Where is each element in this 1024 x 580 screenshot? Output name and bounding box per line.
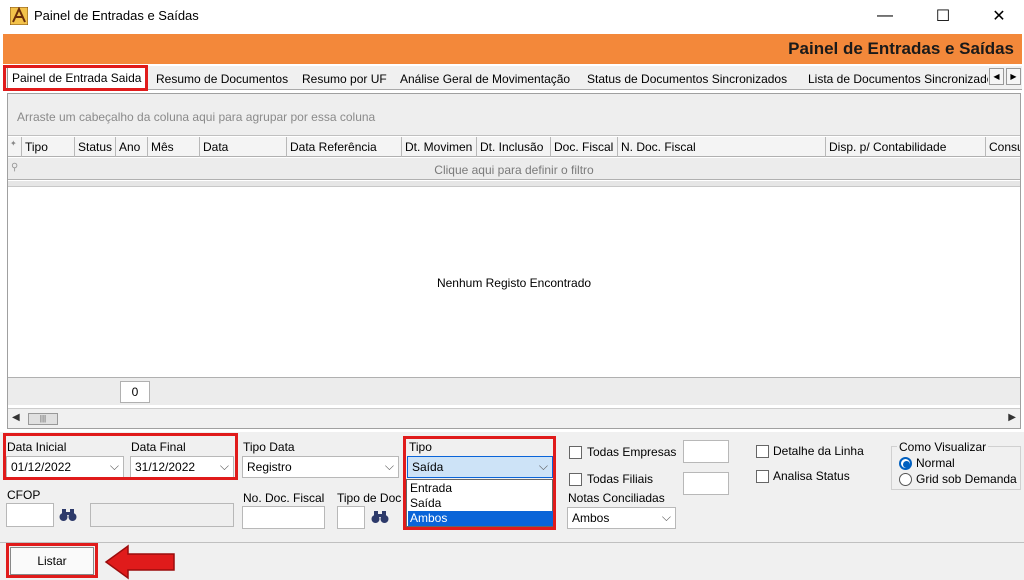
tipo-doc-label: Tipo de Doc	[337, 491, 402, 505]
grid-footer: 0	[8, 377, 1020, 405]
analisa-status-label: Analisa Status	[773, 469, 850, 483]
window-title: Painel de Entradas e Saídas	[34, 8, 199, 23]
tipo-data-value: Registro	[247, 460, 292, 474]
group-by-panel[interactable]: Arraste um cabeçalho da coluna aqui para…	[8, 94, 1020, 136]
tipo-data-select[interactable]: Registro ⌵	[242, 456, 399, 478]
grid-sob-demanda-radio[interactable]	[899, 473, 912, 486]
tipo-option-ambos[interactable]: Ambos	[408, 511, 553, 526]
analisa-status-checkbox[interactable]	[756, 470, 769, 483]
tab-strip: Painel de Entrada Saida Resumo de Docume…	[3, 66, 1022, 91]
tab-scroll-left-button[interactable]: ◀	[989, 68, 1004, 85]
cfop-description-field	[90, 503, 234, 527]
chevron-down-icon: ⌵	[219, 459, 229, 473]
normal-radio[interactable]	[899, 457, 912, 470]
column-header-n-doc-fiscal[interactable]: N. Doc. Fiscal	[618, 137, 826, 157]
chevron-down-icon: ⌵	[109, 459, 119, 473]
data-final-value: 31/12/2022	[135, 460, 196, 474]
data-inicial-label: Data Inicial	[7, 440, 67, 454]
tab-resumo-documentos[interactable]: Resumo de Documentos	[152, 68, 294, 90]
close-button[interactable]: ✕	[976, 0, 1022, 32]
column-header-row: ✦ Tipo Status Ano Mês Data Data Referênc…	[8, 137, 1020, 157]
tipo-option-saida[interactable]: Saída	[408, 496, 553, 511]
column-header-dt-movimento[interactable]: Dt. Movimen	[402, 137, 477, 157]
scroll-left-icon[interactable]: ◀	[12, 412, 20, 423]
tab-resumo-uf[interactable]: Resumo por UF	[298, 68, 393, 90]
cfop-label: CFOP	[7, 488, 41, 502]
todas-filiais-checkbox[interactable]	[569, 473, 582, 486]
tipo-option-entrada[interactable]: Entrada	[408, 481, 553, 496]
data-inicial-value: 01/12/2022	[11, 460, 72, 474]
todas-empresas-checkbox[interactable]	[569, 446, 582, 459]
column-header-data[interactable]: Data	[200, 137, 287, 157]
column-header-disp-contabilidade[interactable]: Disp. p/ Contabilidade	[826, 137, 986, 157]
todas-empresas-label: Todas Empresas	[587, 445, 677, 459]
detalhe-linha-label: Detalhe da Linha	[773, 444, 864, 458]
tipo-label: Tipo	[409, 440, 432, 454]
column-header-dt-inclusao[interactable]: Dt. Inclusão	[477, 137, 551, 157]
tipo-dropdown-list: Entrada Saída Ambos	[406, 479, 553, 527]
row-indicator-icon: ✦	[8, 137, 22, 157]
column-header-ano[interactable]: Ano	[116, 137, 148, 157]
column-header-consu[interactable]: Consu	[986, 137, 1020, 157]
detalhe-linha-checkbox[interactable]	[756, 445, 769, 458]
tab-painel-entrada-saida[interactable]: Painel de Entrada Saida	[7, 66, 147, 91]
column-header-tipo[interactable]: Tipo	[22, 137, 75, 157]
cfop-field[interactable]	[6, 503, 54, 527]
filter-row[interactable]: ⚲ Clique aqui para definir o filtro	[8, 158, 1020, 180]
binoculars-icon[interactable]	[369, 508, 391, 526]
app-logo-icon	[10, 7, 28, 25]
data-grid: Arraste um cabeçalho da coluna aqui para…	[7, 93, 1021, 429]
horizontal-scrollbar[interactable]: ◀ ||| ▶	[8, 408, 1020, 428]
minimize-button[interactable]: —	[862, 0, 908, 32]
scroll-thumb[interactable]: |||	[28, 413, 58, 425]
notas-conciliadas-label: Notas Conciliadas	[568, 491, 665, 505]
listar-button[interactable]: Listar	[10, 547, 94, 575]
filter-hint: Clique aqui para definir o filtro	[434, 163, 594, 177]
no-doc-fiscal-label: No. Doc. Fiscal	[243, 491, 325, 505]
tipo-select[interactable]: Saída ⌵	[407, 456, 553, 478]
notas-conciliadas-value: Ambos	[572, 511, 610, 525]
todas-empresas-field[interactable]	[683, 440, 729, 463]
como-visualizar-label: Como Visualizar	[897, 440, 989, 454]
grid-sob-demanda-label: Grid sob Demanda	[916, 472, 1017, 486]
column-header-data-referencia[interactable]: Data Referência	[287, 137, 402, 157]
tipo-doc-field[interactable]	[337, 506, 365, 529]
tipo-value: Saída	[412, 460, 444, 474]
maximize-button[interactable]: ☐	[920, 0, 966, 32]
tab-scroll-right-button[interactable]: ▶	[1006, 68, 1021, 85]
filter-separator	[8, 181, 1020, 187]
empty-message: Nenhum Registo Encontrado	[436, 276, 592, 290]
tab-analise-geral[interactable]: Análise Geral de Movimentação	[396, 68, 579, 90]
binoculars-icon[interactable]	[57, 506, 79, 524]
pointer-arrow-icon	[104, 544, 175, 580]
column-header-mes[interactable]: Mês	[148, 137, 200, 157]
column-header-status[interactable]: Status	[75, 137, 116, 157]
data-final-label: Data Final	[131, 440, 186, 454]
panel-title: Painel de Entradas e Saídas	[788, 39, 1014, 58]
tab-status-documentos[interactable]: Status de Documentos Sincronizados	[583, 68, 795, 90]
chevron-down-icon: ⌵	[384, 459, 394, 473]
data-final-field[interactable]: 31/12/2022 ⌵	[130, 456, 234, 478]
tipo-data-label: Tipo Data	[243, 440, 295, 454]
tab-lista-documentos[interactable]: Lista de Documentos Sincronizados	[804, 68, 988, 90]
group-by-hint: Arraste um cabeçalho da coluna aqui para…	[17, 110, 376, 124]
chevron-down-icon: ⌵	[538, 459, 548, 473]
notas-conciliadas-select[interactable]: Ambos ⌵	[567, 507, 676, 529]
window-titlebar: Painel de Entradas e Saídas — ☐ ✕	[0, 0, 1024, 32]
record-count: 0	[120, 381, 150, 403]
no-doc-fiscal-field[interactable]	[242, 506, 325, 529]
panel-header: Painel de Entradas e Saídas	[3, 34, 1022, 64]
column-header-doc-fiscal[interactable]: Doc. Fiscal	[551, 137, 618, 157]
normal-label: Normal	[916, 456, 955, 470]
todas-filiais-label: Todas Filiais	[587, 472, 654, 486]
scroll-right-icon[interactable]: ▶	[1008, 412, 1016, 423]
todas-filiais-field[interactable]	[683, 472, 729, 495]
chevron-down-icon: ⌵	[661, 510, 671, 524]
data-inicial-field[interactable]: 01/12/2022 ⌵	[6, 456, 124, 478]
